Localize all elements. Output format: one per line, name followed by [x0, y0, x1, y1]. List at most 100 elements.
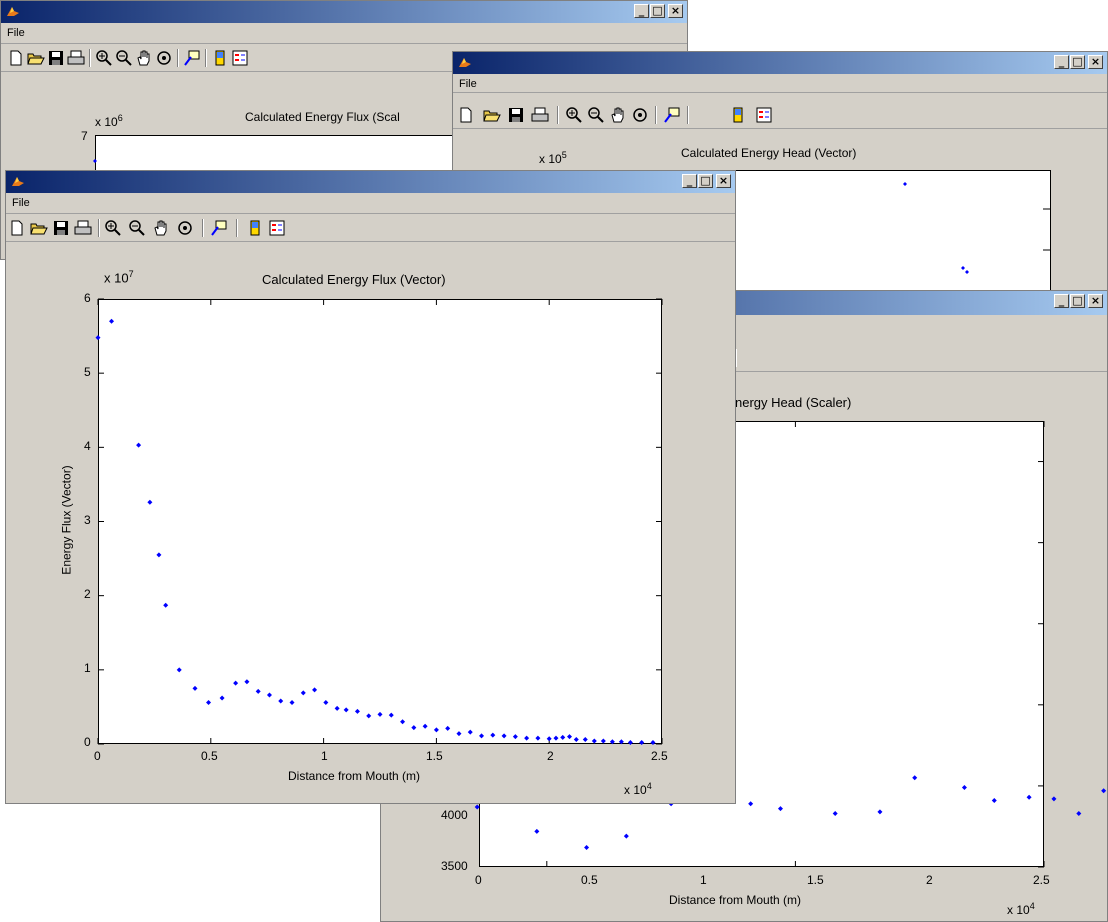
y-tick-label: 3500: [441, 859, 468, 873]
data-point: [609, 739, 615, 745]
y-tick-label: 5: [84, 365, 91, 379]
x-tick-label: 1.5: [426, 749, 443, 763]
x-tick-label: 0.5: [201, 749, 218, 763]
data-point: [534, 828, 540, 834]
data-point: [400, 719, 406, 725]
data-point: [176, 667, 182, 673]
data-point: [524, 735, 530, 741]
data-point: [467, 729, 473, 735]
data-point: [388, 712, 394, 718]
data-point: [433, 727, 439, 733]
data-point: [573, 737, 579, 743]
data-point: [639, 740, 645, 746]
x-tick-label: 1.5: [807, 873, 824, 887]
data-point: [748, 801, 754, 807]
energy-flux-vector-scatter: [95, 298, 663, 746]
data-point: [567, 734, 573, 740]
data-point: [136, 442, 142, 448]
x-exponent-label: x 104: [1007, 901, 1035, 917]
x-axis-label: Distance from Mouth (m): [669, 893, 802, 907]
data-point: [278, 698, 284, 704]
data-point: [650, 740, 656, 746]
data-point: [553, 735, 559, 741]
data-point: [206, 699, 212, 705]
data-point: [312, 687, 318, 693]
exponent-base: x 10: [624, 783, 647, 797]
x-tick-label: 1: [700, 873, 707, 887]
data-point: [912, 775, 918, 781]
x-exponent-label: x 104: [624, 781, 652, 797]
data-point: [377, 711, 383, 717]
data-point: [777, 806, 783, 812]
data-point: [546, 736, 552, 742]
data-point: [233, 680, 239, 686]
data-point: [109, 318, 115, 324]
data-point: [192, 685, 198, 691]
y-axis-label: Energy Flux (Vector): [59, 465, 74, 575]
data-point: [343, 707, 349, 713]
data-point: [961, 266, 965, 270]
exponent-power: 4: [1029, 901, 1035, 911]
data-point: [156, 552, 162, 558]
data-point: [147, 499, 153, 505]
data-point: [618, 739, 624, 745]
data-point: [366, 713, 372, 719]
data-point: [535, 735, 541, 741]
data-point: [456, 731, 462, 737]
data-point: [219, 695, 225, 701]
data-point: [965, 270, 969, 274]
data-point: [512, 734, 518, 740]
data-point: [255, 688, 261, 694]
y-tick-label: 1: [84, 661, 91, 675]
x-tick-label: 2: [926, 873, 933, 887]
x-tick-label: 0: [475, 873, 482, 887]
data-point: [1101, 788, 1107, 794]
data-point: [560, 734, 566, 740]
y-tick-label: 0: [84, 735, 91, 749]
data-point: [591, 738, 597, 744]
y-tick-label: 2: [84, 587, 91, 601]
figure-window-energy-flux-vector[interactable]: _ □ × File x 107 Calculated Energy Flux …: [5, 170, 736, 804]
y-tick-label: 3: [84, 513, 91, 527]
data-point: [354, 708, 360, 714]
data-point: [582, 737, 588, 743]
data-point: [1051, 796, 1057, 802]
data-point: [1026, 794, 1032, 800]
data-point: [244, 679, 250, 685]
data-point: [991, 798, 997, 804]
data-point: [474, 804, 480, 810]
data-point: [334, 705, 340, 711]
x-tick-label: 2.5: [1033, 873, 1050, 887]
y-tick-label: 6: [84, 291, 91, 305]
exponent-base: x 10: [1007, 903, 1030, 917]
data-point: [266, 692, 272, 698]
data-point: [93, 159, 97, 163]
data-point: [877, 809, 883, 815]
data-point: [903, 182, 907, 186]
data-point: [584, 845, 590, 851]
y-tick-label: 4: [84, 439, 91, 453]
data-point: [289, 699, 295, 705]
data-point: [422, 723, 428, 729]
x-tick-label: 0: [94, 749, 101, 763]
data-point: [501, 733, 507, 739]
data-point: [490, 732, 496, 738]
data-point: [163, 602, 169, 608]
data-point: [445, 725, 451, 731]
data-point: [1076, 810, 1082, 816]
data-point: [479, 733, 485, 739]
data-point: [411, 725, 417, 731]
x-tick-label: 2.5: [651, 749, 668, 763]
data-point: [627, 740, 633, 746]
x-tick-label: 1: [321, 749, 328, 763]
x-axis-label: Distance from Mouth (m): [288, 769, 421, 783]
data-point: [300, 690, 306, 696]
data-point: [832, 810, 838, 816]
data-point: [600, 738, 606, 744]
x-tick-label: 0.5: [581, 873, 598, 887]
data-point: [323, 699, 329, 705]
exponent-power: 4: [646, 781, 652, 791]
x-tick-label: 2: [547, 749, 554, 763]
data-point: [623, 833, 629, 839]
data-point: [95, 335, 101, 341]
